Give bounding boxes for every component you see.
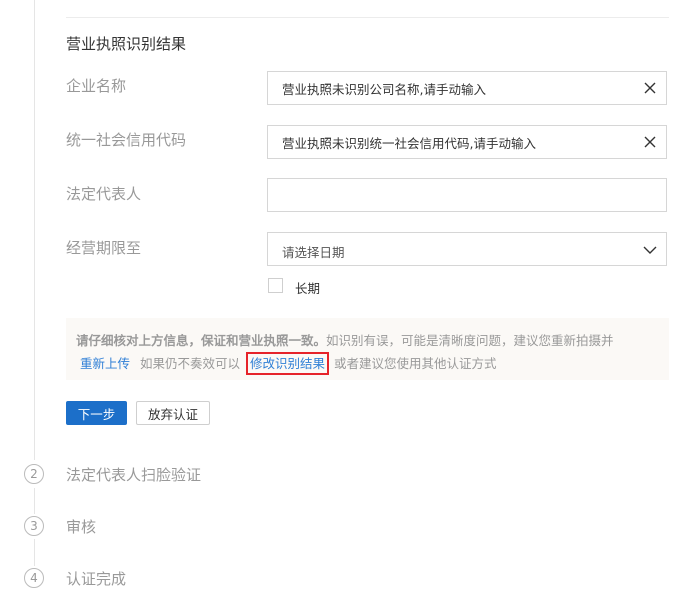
credit-code-field xyxy=(267,125,667,159)
step-connector-line xyxy=(34,0,35,460)
step-connector-line xyxy=(34,539,35,566)
tip-text: 或者建议您使用其他认证方式 xyxy=(334,356,497,371)
company-name-input[interactable] xyxy=(268,72,666,104)
section-divider xyxy=(66,17,669,18)
long-term-checkbox[interactable] xyxy=(268,278,283,293)
reupload-link[interactable]: 重新上传 xyxy=(80,356,130,371)
legal-rep-label: 法定代表人 xyxy=(66,185,142,203)
step-connector-line xyxy=(34,488,35,514)
term-label: 经营期限至 xyxy=(66,239,142,257)
step-number: 3 xyxy=(24,516,44,536)
tip-line-1: 请仔细核对上方信息，保证和营业执照一致。如识别有误，可能是清晰度问题，建议您重新… xyxy=(76,330,614,349)
clear-icon[interactable] xyxy=(642,134,658,150)
clear-icon[interactable] xyxy=(642,80,658,96)
company-name-field xyxy=(267,71,667,105)
next-button[interactable]: 下一步 xyxy=(66,401,127,425)
chevron-down-icon xyxy=(643,246,657,254)
abandon-button[interactable]: 放弃认证 xyxy=(136,401,210,425)
step-label-review: 审核 xyxy=(66,518,97,536)
term-date-select[interactable]: 请选择日期 xyxy=(267,232,667,266)
step-number: 4 xyxy=(24,568,44,588)
tip-box: 请仔细核对上方信息，保证和营业执照一致。如识别有误，可能是清晰度问题，建议您重新… xyxy=(66,318,669,380)
section-title: 营业执照识别结果 xyxy=(66,35,187,53)
term-date-placeholder: 请选择日期 xyxy=(282,245,345,260)
credit-code-input[interactable] xyxy=(268,126,666,158)
step-label-complete: 认证完成 xyxy=(66,570,127,588)
tip-bold-text: 请仔细核对上方信息，保证和营业执照一致。 xyxy=(76,333,327,348)
long-term-label: 长期 xyxy=(295,281,321,296)
legal-rep-field xyxy=(267,178,667,212)
company-name-label: 企业名称 xyxy=(66,77,127,95)
edit-result-link[interactable]: 修改识别结果 xyxy=(246,352,330,375)
tip-line-2: 重新上传 如果仍不奏效可以 修改识别结果 或者建议您使用其他认证方式 xyxy=(80,352,497,375)
legal-rep-input[interactable] xyxy=(268,179,666,211)
credit-code-label: 统一社会信用代码 xyxy=(66,131,187,149)
tip-text: 如识别有误，可能是清晰度问题，建议您重新拍摄并 xyxy=(326,333,614,348)
step-number: 2 xyxy=(24,464,44,484)
tip-text: 如果仍不奏效可以 xyxy=(140,356,241,371)
step-label-face-verify: 法定代表人扫脸验证 xyxy=(66,466,202,484)
